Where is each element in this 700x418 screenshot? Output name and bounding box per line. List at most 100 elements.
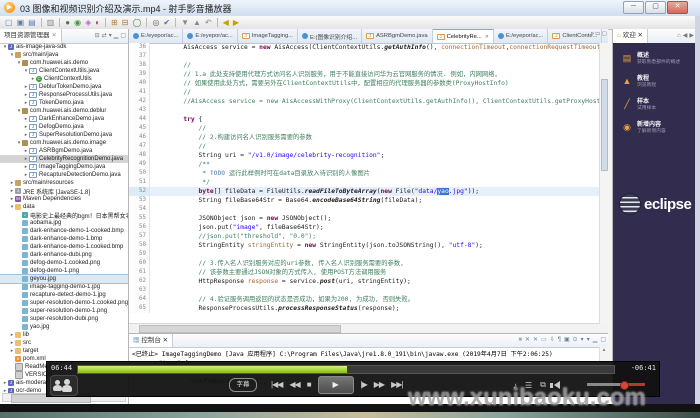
tree-item[interactable]: ▸JDefogDemo.java [0, 123, 128, 131]
tree-item[interactable]: ▸lib [0, 331, 128, 339]
tree-item[interactable]: ▾src/main/java [0, 51, 128, 59]
editor-minmax-icons[interactable]: ▭ ▢ [595, 31, 607, 37]
editor-tab[interactable]: JImageTagging... [238, 29, 298, 43]
save-all-icon[interactable]: ▤ [26, 17, 38, 29]
editor-tab[interactable]: E:(图像识别介绍... [298, 29, 362, 43]
forward-icon[interactable]: ▶ [231, 17, 241, 29]
forward-icon[interactable]: ▶ [689, 33, 694, 39]
tree-item[interactable]: ▸JJRE 系统库 [JavaSE-1.8] [0, 187, 128, 195]
editor-tab[interactable]: JASRBgmDemo.java [362, 29, 433, 43]
tree-item[interactable]: ▸JTokenDemo.java [0, 99, 128, 107]
last-edit-location-icon[interactable]: ↶ [203, 17, 214, 29]
tree-item[interactable]: defog-demo-1.cooked.png [0, 259, 128, 267]
tree-item[interactable]: recapture-detect-demo-1.jpg [0, 291, 128, 299]
play-button[interactable]: ▶ [318, 376, 354, 394]
open-console-icon[interactable]: ▾ [587, 337, 590, 343]
minimize-panel-icon[interactable]: ▁ [114, 33, 119, 39]
tree-item[interactable]: ▸JRecaptureDetectionDemo.java [0, 171, 128, 179]
editor-tab[interactable]: E:/eyepor/ac... [183, 29, 237, 43]
tree-item[interactable]: image-tagging-demo-1.jpg [0, 283, 128, 291]
tree-item[interactable]: super-resolution-demo-1.cooked.png [0, 299, 128, 307]
word-wrap-icon[interactable]: ¶ [558, 337, 561, 343]
previous-button[interactable]: |◀◀ [271, 376, 282, 394]
editor-hscrollbar[interactable] [129, 323, 608, 333]
subtitle-button[interactable]: 字幕 [229, 378, 257, 392]
avatar-button[interactable] [50, 375, 78, 396]
new-class-icon[interactable]: ◯ [130, 17, 143, 29]
tree-item[interactable]: dark-enhance-dubi.png [0, 251, 128, 259]
editor-tab[interactable]: JCelebrityRe...✕ [433, 29, 494, 43]
close-button[interactable]: ✕ [667, 1, 688, 14]
tree-item[interactable]: ▸src [0, 339, 128, 347]
remove-launch-icon[interactable]: ✕ [525, 337, 530, 343]
close-tab-icon[interactable]: ✕ [485, 34, 489, 40]
progress-bar[interactable] [77, 365, 615, 374]
welcome-item-book[interactable]: ▤概述获取熟悉部件的概述 [621, 53, 696, 66]
tree-item[interactable]: ▸JDarkEnhanceDemo.java [0, 115, 128, 123]
print-icon[interactable]: ▥ [45, 17, 57, 29]
tree-item[interactable]: ▾com.huawei.ais.demo [0, 59, 128, 67]
run-history-icon[interactable]: ◈ [83, 17, 93, 29]
tree-item[interactable]: ▾Jais-image-java-sdk [0, 43, 128, 51]
tree-item[interactable]: ▸JASRBgmDemo.java [0, 147, 128, 155]
debug-icon[interactable]: ● [63, 17, 72, 29]
tree-item[interactable]: aobama.jpg [0, 219, 128, 227]
new-package-icon[interactable]: ⊟ [120, 17, 131, 29]
remove-all-icon[interactable]: ✕ [533, 337, 538, 343]
maximize-icon[interactable]: ▢ [600, 337, 606, 343]
welcome-item-cap[interactable]: ▲教程浏览教程 [621, 76, 696, 89]
back-icon[interactable]: ◀ [683, 33, 688, 39]
new-java-project-icon[interactable]: ⊞ [109, 17, 120, 29]
tree-item[interactable]: dark-enhance-demo-1.cooked.bmp [0, 243, 128, 251]
tab-overflow-icon[interactable]: » [591, 31, 594, 37]
tree-item[interactable]: ▸target [0, 347, 128, 355]
code-area[interactable]: 36 AisAccess service = new AisAccess(Cli… [129, 43, 608, 324]
editor-tab[interactable]: E:/eyepor/ac... [129, 29, 183, 43]
tree-item[interactable]: geyou.jpg [0, 275, 128, 283]
task-icon[interactable]: ✔ [161, 17, 172, 29]
maximize-button[interactable]: ▢ [645, 1, 666, 14]
view-menu-icon[interactable]: ▾ [109, 33, 112, 39]
console-tab[interactable]: ▦ 控制台 ✕ [129, 334, 173, 347]
home-icon[interactable]: ⌂ [677, 33, 681, 39]
display-selected-icon[interactable]: ▾ [581, 337, 584, 343]
scroll-lock-icon[interactable]: ⇩ [550, 337, 555, 343]
project-explorer-tab[interactable]: 项目资源管理器 ✕ [0, 29, 62, 43]
tree-item[interactable]: dark-enhance-demo-1.bmp [0, 235, 128, 243]
fast-forward-button[interactable]: ▶▶ [374, 376, 384, 394]
minimize-button[interactable]: ─ [623, 1, 644, 14]
rewind-button[interactable]: ◀◀ [289, 376, 299, 394]
maximize-panel-icon[interactable]: ▢ [120, 33, 126, 39]
save-icon[interactable]: ▣ [15, 17, 27, 29]
frame-step-button[interactable]: |▶ [361, 376, 367, 394]
tree-item[interactable]: super-resolution-demo-1.png [0, 307, 128, 315]
tree-item[interactable]: yao.jpg [0, 323, 128, 331]
clear-console-icon[interactable]: ▭ [541, 337, 547, 343]
code-editor[interactable]: E:/eyepor/ac...E:/eyepor/ac...JImageTagg… [129, 29, 608, 333]
coverage-icon[interactable]: ◐ [93, 17, 102, 29]
tree-item[interactable]: dark-enhance-demo-1-cooked.bmp [0, 227, 128, 235]
collapse-all-icon[interactable]: ⊟ [95, 33, 100, 39]
minimize-icon[interactable]: ▁ [593, 337, 598, 343]
tree-item[interactable]: ▸JDeblurTokenDemo.java [0, 83, 128, 91]
prev-annotation-icon[interactable]: ▲ [191, 17, 203, 29]
editor-vscrollbar[interactable] [599, 43, 608, 324]
welcome-tab[interactable]: ⌂ 欢迎 ✕ [613, 29, 648, 43]
tree-item[interactable]: ▸JSuperResolutionDemo.java [0, 131, 128, 139]
tree-item[interactable]: defog-demo-1.png [0, 267, 128, 275]
tree-item[interactable]: ▾JClientContextUtils.java [0, 67, 128, 75]
tree-item[interactable]: ▾com.huawei.ais.demo.image [0, 139, 128, 147]
tree-item[interactable]: ▾com.huawei.ais.demo.deblur [0, 107, 128, 115]
next-annotation-icon[interactable]: ▼ [179, 17, 191, 29]
run-icon[interactable]: ◉ [72, 17, 83, 29]
editor-tab[interactable]: E:/eyepor/ac... [494, 29, 548, 43]
video-frame[interactable]: ▢▣▤▥●◉◈◐⊞⊟◯◎✔▼▲↶◀▶ 项目资源管理器 ✕ ⊟⇄▾▁▢ ▾Jais… [0, 16, 700, 404]
next-button[interactable]: ▶▶| [391, 376, 402, 394]
tree-item[interactable]: ▸JCelebrityRecognitionDemo.java [0, 155, 128, 163]
tree-item[interactable]: ▸CClientContextUtils [0, 75, 128, 83]
back-icon[interactable]: ◀ [221, 17, 231, 29]
tree-item[interactable]: ▸MMaven Dependencies [0, 195, 128, 203]
welcome-item-wand[interactable]: ╱样本试用样本 [621, 99, 696, 112]
tree-item[interactable]: ▸JResponseProcessUtils.java [0, 91, 128, 99]
tree-item[interactable]: ♪电影史上最经典的bgm！日本黑帮女老大霸气出场 [0, 211, 128, 219]
